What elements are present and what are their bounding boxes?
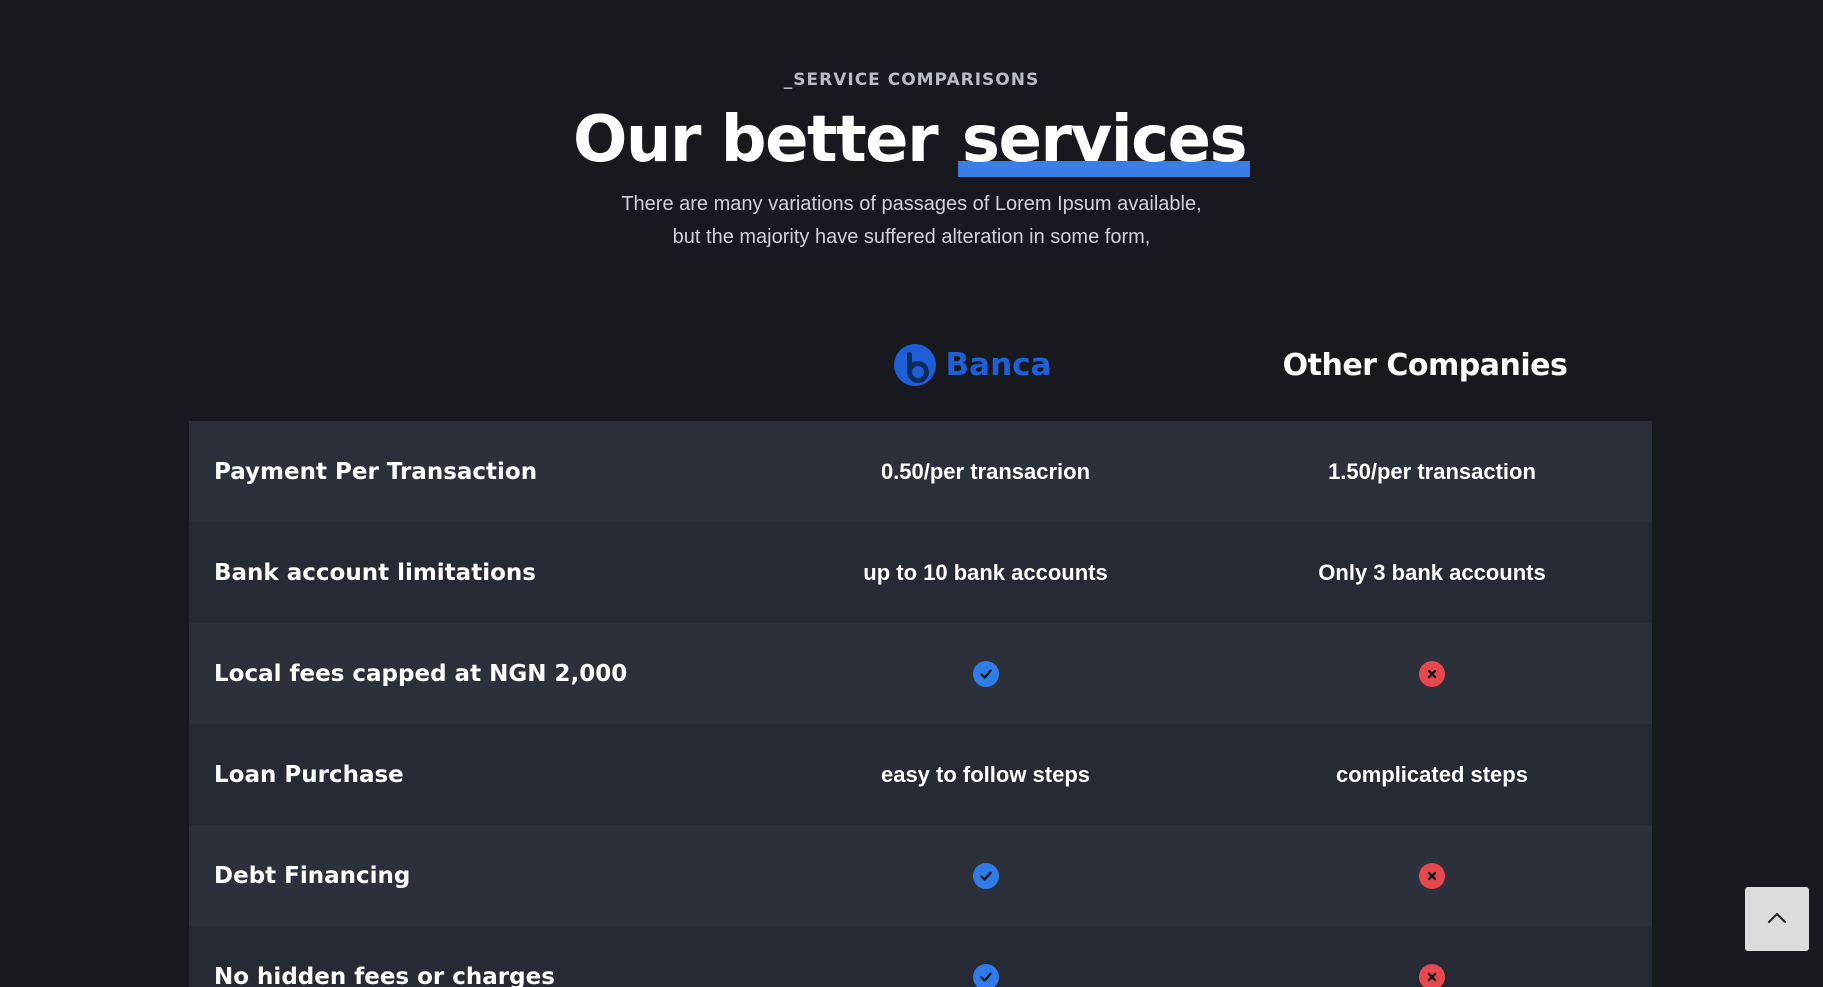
section-title: Our better services bbox=[0, 100, 1823, 180]
cross-icon bbox=[1419, 862, 1445, 889]
row-label: No hidden fees or charges bbox=[214, 963, 555, 987]
banca-value: up to 10 bank accounts bbox=[863, 559, 1108, 585]
scroll-to-top-button[interactable] bbox=[1745, 887, 1809, 951]
table-row: Loan Purchase easy to follow steps compl… bbox=[189, 724, 1652, 825]
other-value: Only 3 bank accounts bbox=[1318, 559, 1546, 585]
banca-value bbox=[759, 963, 1212, 987]
table-row: No hidden fees or charges bbox=[189, 926, 1652, 987]
row-label: Payment Per Transaction bbox=[214, 458, 538, 485]
banca-value bbox=[759, 660, 1212, 687]
row-label: Loan Purchase bbox=[214, 761, 404, 788]
table-row: Debt Financing bbox=[189, 825, 1652, 926]
other-value: complicated steps bbox=[1336, 761, 1528, 787]
comparison-table: Payment Per Transaction 0.50/per transac… bbox=[189, 421, 1652, 987]
section-title-highlight: services bbox=[957, 103, 1251, 177]
banca-brand-name: Banca bbox=[945, 347, 1052, 383]
section-eyebrow: _SERVICE COMPARISONS bbox=[783, 70, 1040, 90]
section-title-main: Our better bbox=[572, 103, 958, 177]
banca-value: 0.50/per transacrion bbox=[880, 458, 1091, 484]
row-label: Local fees capped at NGN 2,000 bbox=[214, 660, 628, 687]
description-line-2: but the majority have suffered alteratio… bbox=[672, 226, 1151, 248]
description-line-1: There are many variations of passages of… bbox=[621, 193, 1202, 215]
table-row: Payment Per Transaction 0.50/per transac… bbox=[189, 421, 1652, 522]
column-header-banca: Banca bbox=[810, 340, 1135, 390]
other-value: 1.50/per transaction bbox=[1328, 458, 1536, 484]
check-icon bbox=[972, 660, 999, 687]
other-value bbox=[1212, 862, 1652, 889]
service-comparison-page: _SERVICE COMPARISONS Our better services… bbox=[0, 0, 1823, 987]
row-label: Debt Financing bbox=[214, 862, 411, 889]
table-row: Local fees capped at NGN 2,000 bbox=[189, 623, 1652, 724]
banca-value: easy to follow steps bbox=[880, 761, 1091, 787]
check-icon bbox=[972, 963, 999, 987]
column-header-other: Other Companies bbox=[1282, 347, 1568, 383]
check-icon bbox=[972, 862, 999, 889]
row-label: Bank account limitations bbox=[214, 559, 536, 586]
other-value bbox=[1212, 963, 1652, 987]
cross-icon bbox=[1419, 963, 1445, 987]
section-description: There are many variations of passages of… bbox=[0, 188, 1823, 254]
banca-logo-icon bbox=[893, 344, 936, 386]
chevron-up-icon bbox=[1766, 910, 1788, 929]
table-row: Bank account limitations up to 10 bank a… bbox=[189, 522, 1652, 623]
banca-value bbox=[759, 862, 1212, 889]
cross-icon bbox=[1419, 660, 1445, 687]
other-value bbox=[1212, 660, 1652, 687]
